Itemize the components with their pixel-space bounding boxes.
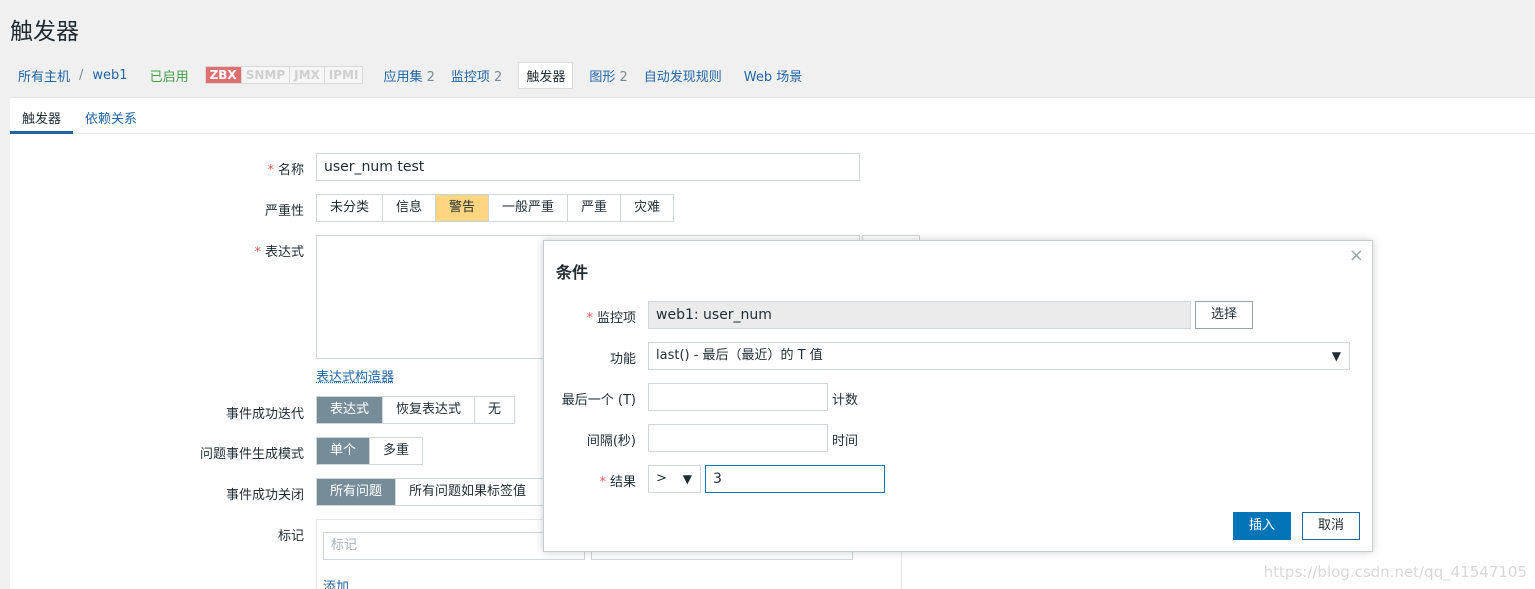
availability-indicators: ZBX SNMP JMX IPMI xyxy=(204,66,364,84)
result-operator-select[interactable]: > ▼ xyxy=(648,465,701,493)
ok-event-none[interactable]: 无 xyxy=(475,397,514,423)
item-label: * 监控项 xyxy=(556,307,636,326)
select-item-button[interactable]: 选择 xyxy=(1195,301,1253,329)
last-input[interactable] xyxy=(648,383,828,411)
function-selected-value: last() - 最后（最近）的 T 值 xyxy=(656,348,823,363)
problem-mode-selector: 单个 多重 xyxy=(316,437,424,465)
name-input[interactable]: user_num test xyxy=(316,153,860,181)
severity-warning[interactable]: 警告 xyxy=(436,195,490,221)
add-tag-link[interactable]: 添加 xyxy=(323,576,349,589)
expression-label-text: 表达式 xyxy=(264,245,304,260)
ok-event-expression[interactable]: 表达式 xyxy=(317,397,384,423)
nav-items-label: 监控项 xyxy=(450,69,490,85)
ok-close-all-problems[interactable]: 所有问题 xyxy=(317,479,397,505)
item-input[interactable]: web1: user_num xyxy=(648,301,1191,329)
nav-web-scenarios[interactable]: Web 场景 xyxy=(744,66,802,85)
severity-not-classified[interactable]: 未分类 xyxy=(317,195,384,221)
dropdown-arrow-icon: ▼ xyxy=(682,472,692,486)
ok-event-selector: 表达式 恢复表达式 无 xyxy=(316,396,516,424)
problem-mode-multiple[interactable]: 多重 xyxy=(370,438,422,464)
required-marker: * xyxy=(254,245,261,260)
nav-graphs-label: 图形 xyxy=(589,69,616,85)
nav-graphs-count: 2 xyxy=(619,69,628,85)
required-marker: * xyxy=(586,311,593,326)
close-icon[interactable]: × xyxy=(1349,245,1364,266)
last-label: 最后一个 (T) xyxy=(561,393,636,408)
tab-trigger[interactable]: 触发器 xyxy=(10,98,74,134)
nav-items[interactable]: 监控项 2 xyxy=(451,66,502,85)
expression-builder-link[interactable]: 表达式构造器 xyxy=(316,366,394,385)
breadcrumb-all-hosts[interactable]: 所有主机 xyxy=(18,66,70,85)
name-label: * 名称 xyxy=(104,159,304,178)
severity-label: 严重性 xyxy=(264,204,304,219)
function-select[interactable]: last() - 最后（最近）的 T 值 ▼ xyxy=(648,342,1350,370)
ok-close-label: 事件成功关闭 xyxy=(225,488,304,503)
host-navigation: 所有主机 / web1 已启用 ZBX SNMP JMX IPMI 应用集 2 … xyxy=(10,61,802,89)
result-label: * 结果 xyxy=(556,471,636,490)
ipmi-indicator: IPMI xyxy=(324,67,363,83)
form-tabs: 触发器 依赖关系 xyxy=(10,98,1535,134)
result-operator-value: > xyxy=(656,471,667,486)
result-label-text: 结果 xyxy=(609,475,636,490)
interval-input[interactable] xyxy=(648,424,828,452)
required-marker: * xyxy=(267,163,274,178)
problem-mode-single[interactable]: 单个 xyxy=(317,438,371,464)
snmp-indicator: SNMP xyxy=(241,67,291,83)
zbx-indicator: ZBX xyxy=(205,67,242,83)
severity-selector: 未分类 信息 警告 一般严重 严重 灾难 xyxy=(316,194,675,222)
nav-applications-label: 应用集 xyxy=(383,69,423,85)
interval-label: 间隔(秒) xyxy=(586,434,636,449)
severity-high[interactable]: 严重 xyxy=(568,195,622,221)
required-marker: * xyxy=(599,475,606,490)
last-unit: 计数 xyxy=(832,393,859,408)
watermark-text: https://blog.csdn.net/qq_41547105 xyxy=(1263,563,1527,581)
breadcrumb-separator: / xyxy=(79,67,84,83)
ok-event-recovery-expression[interactable]: 恢复表达式 xyxy=(383,397,476,423)
nav-discovery-rules[interactable]: 自动发现规则 xyxy=(644,66,722,85)
insert-button[interactable]: 插入 xyxy=(1233,512,1291,540)
breadcrumb: 所有主机 / web1 xyxy=(18,66,128,85)
ok-close-selector: 所有问题 所有问题如果标签值 xyxy=(316,478,556,506)
dialog-title: 条件 xyxy=(556,263,589,282)
nav-graphs[interactable]: 图形 2 xyxy=(589,66,627,85)
result-value-input[interactable]: 3 xyxy=(705,465,885,493)
tags-label: 标记 xyxy=(277,529,304,544)
interval-unit: 时间 xyxy=(832,434,859,449)
cancel-button[interactable]: 取消 xyxy=(1302,512,1360,540)
condition-dialog: 条件 × * 监控项 web1: user_num 选择 功能 last() - … xyxy=(543,240,1373,552)
jmx-indicator: JMX xyxy=(290,67,325,83)
severity-average[interactable]: 一般严重 xyxy=(489,195,569,221)
dropdown-arrow-icon: ▼ xyxy=(1331,349,1341,363)
name-label-text: 名称 xyxy=(277,163,304,178)
problem-mode-label: 问题事件生成模式 xyxy=(199,447,304,462)
severity-information[interactable]: 信息 xyxy=(383,195,437,221)
page-title: 触发器 xyxy=(10,19,79,45)
function-label: 功能 xyxy=(609,352,636,367)
nav-applications-count: 2 xyxy=(426,69,435,85)
host-status-badge[interactable]: 已启用 xyxy=(150,66,189,85)
nav-items-count: 2 xyxy=(494,69,503,85)
ok-event-label: 事件成功迭代 xyxy=(225,407,304,422)
breadcrumb-host[interactable]: web1 xyxy=(92,68,127,83)
nav-triggers[interactable]: 触发器 xyxy=(518,61,574,89)
expression-label: * 表达式 xyxy=(104,241,304,260)
tab-dependencies[interactable]: 依赖关系 xyxy=(73,98,149,134)
severity-disaster[interactable]: 灾难 xyxy=(621,195,673,221)
item-label-text: 监控项 xyxy=(596,311,636,326)
ok-close-tag-match[interactable]: 所有问题如果标签值 xyxy=(396,479,539,505)
nav-applications[interactable]: 应用集 2 xyxy=(383,66,434,85)
